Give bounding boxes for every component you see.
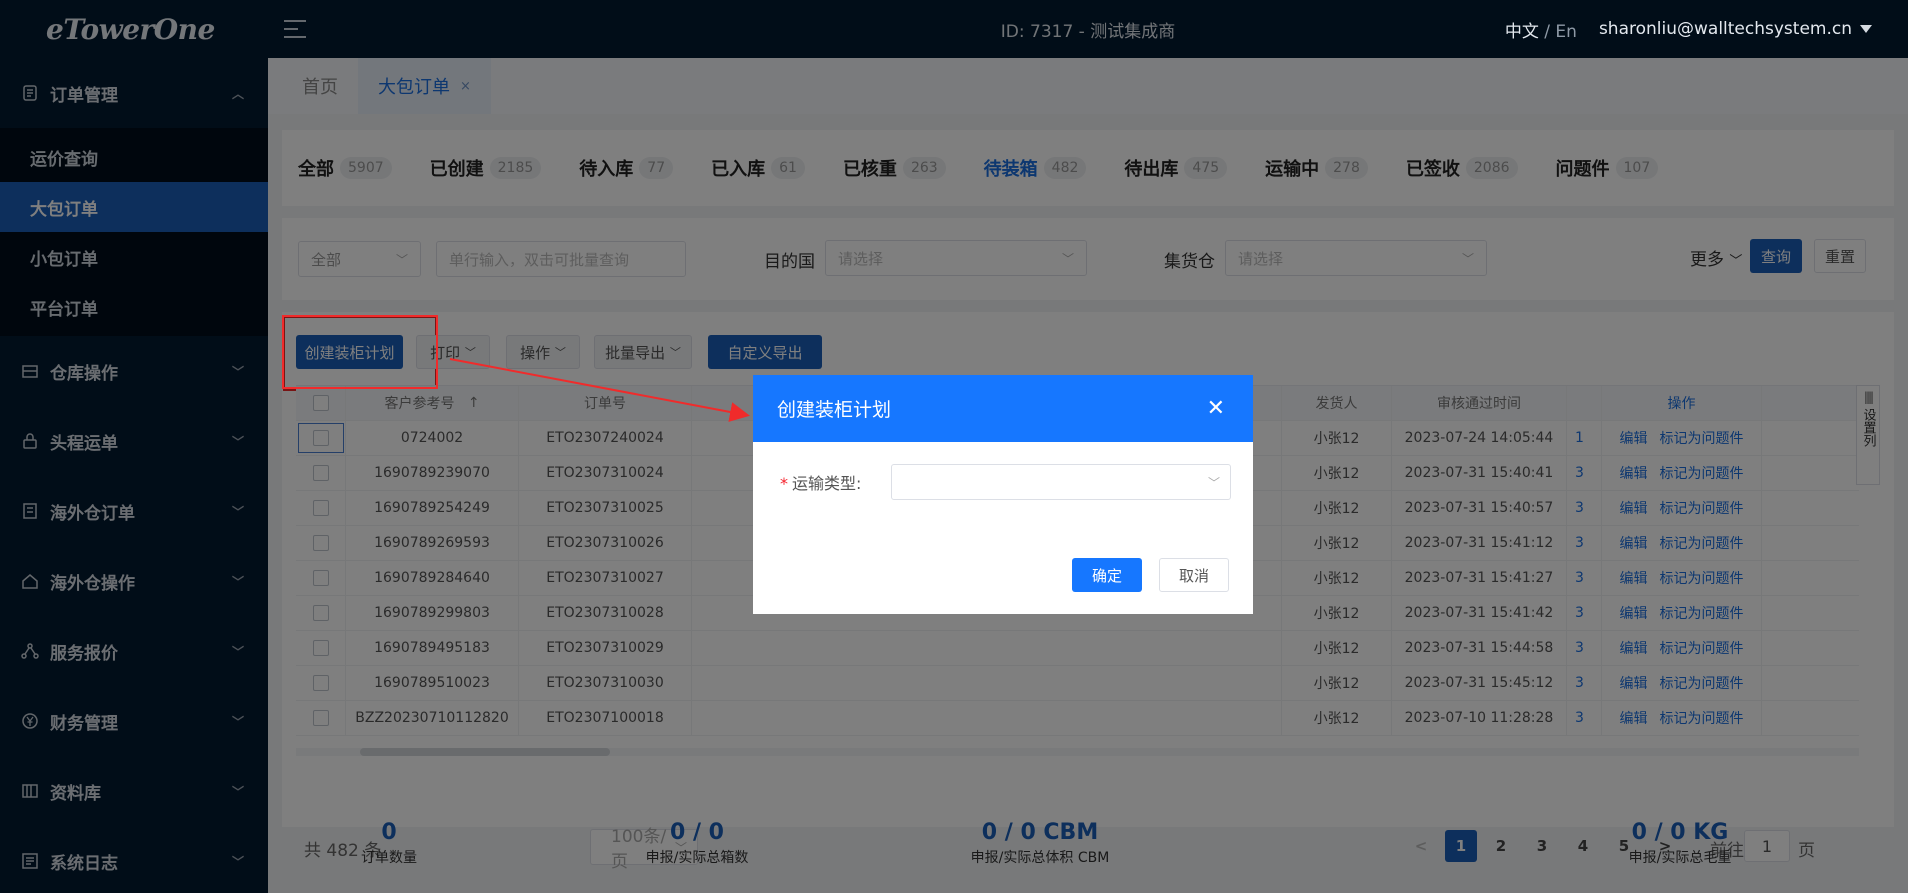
user-email: sharonliu@walltechsystem.cn [1598,19,1852,39]
modal-title: 创建装柜计划 [777,399,892,421]
caret-down-icon [1860,25,1872,33]
lang-separator: / [1544,21,1551,42]
lang-alt[interactable]: En [1555,22,1577,42]
lang-current[interactable]: 中文 [1505,22,1539,42]
user-menu[interactable]: sharonliu@walltechsystem.cn [1599,19,1872,39]
create-container-plan-modal: 创建装柜计划 ✕ * 运输类型: ﹀ 确定 取消 [753,375,1253,614]
close-icon[interactable]: ✕ [1207,396,1225,421]
modal-header: 创建装柜计划 ✕ [753,375,1253,442]
header-right: 中文 / En sharonliu@walltechsystem.cn [1505,17,1908,42]
confirm-button[interactable]: 确定 [1072,558,1142,592]
cancel-button[interactable]: 取消 [1159,558,1229,592]
modal-body: * 运输类型: ﹀ 确定 取消 [753,442,1253,614]
language-switch[interactable]: 中文 / En [1505,17,1577,42]
transport-type-select[interactable]: ﹀ [891,464,1231,500]
chevron-down-icon: ﹀ [1207,475,1220,490]
required-mark: * [780,474,788,493]
field-label-text: 运输类型: [792,474,862,493]
transport-type-label: * 运输类型: [780,470,861,494]
